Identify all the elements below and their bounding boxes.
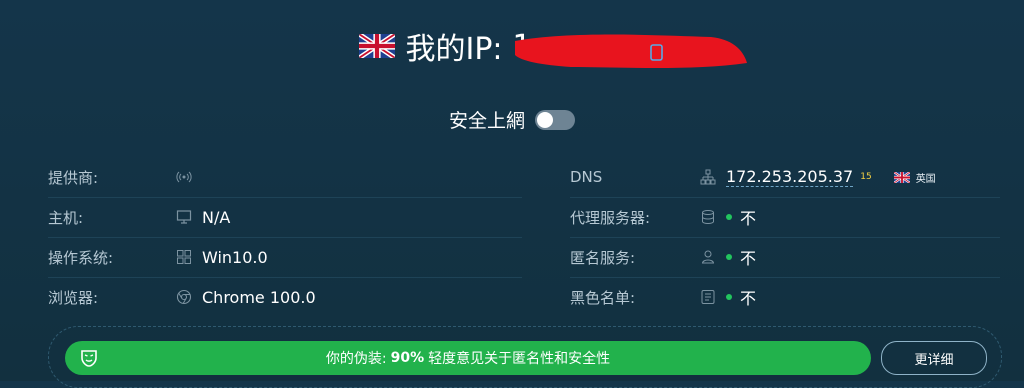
anonymous-value: 不 (726, 245, 756, 269)
disguise-bar: 你的伪装: 90% 轻度意见关于匿名性和安全性 (65, 341, 871, 375)
proxy-value: 不 (726, 205, 756, 229)
more-details-button[interactable]: 更详细 (881, 341, 987, 375)
row-provider: 提供商: (48, 157, 522, 198)
list-icon (701, 290, 715, 304)
dns-count: 15 (860, 172, 872, 182)
status-dot (726, 254, 732, 260)
proxy-label: 代理服务器: (570, 208, 651, 227)
row-anonymous: 匿名服务: 不 (570, 237, 1000, 278)
dns-label: DNS (570, 168, 603, 186)
row-host: 主机: N/A (48, 197, 522, 238)
safe-browsing-label: 安全上網 (448, 110, 525, 132)
database-icon (702, 210, 714, 224)
dns-value[interactable]: 172.253.205.37 15 英国 (726, 167, 936, 187)
disguise-prefix: 你的伪装: (325, 351, 387, 367)
anonymous-label: 匿名服务: (570, 248, 636, 267)
monitor-icon (176, 210, 192, 224)
status-dot (726, 294, 732, 300)
uk-flag-icon (893, 171, 910, 183)
row-dns: DNS 172.253.205.37 15 英国 (570, 157, 1000, 198)
network-icon (700, 169, 716, 185)
copy-icon[interactable] (649, 36, 665, 61)
row-browser: 浏览器: Chrome 100.0 (48, 277, 522, 317)
ip-header: 我的IP: 1 (0, 24, 1024, 68)
redaction-mark (514, 34, 747, 68)
os-label: 操作系统: (48, 248, 114, 267)
user-icon (701, 250, 715, 264)
windows-icon (177, 250, 191, 264)
ip-visible-prefix: 1 (512, 28, 533, 64)
dns-ip[interactable]: 172.253.205.37 (726, 167, 854, 187)
provider-label: 提供商: (48, 168, 99, 187)
host-value: N/A (202, 207, 231, 227)
disguise-percent: 90% (390, 350, 425, 366)
chrome-icon (176, 289, 192, 305)
anonymous-status: 不 (740, 249, 757, 268)
mask-icon (81, 350, 97, 367)
row-blacklist: 黑色名单: 不 (570, 277, 1000, 317)
blacklist-value: 不 (726, 285, 756, 309)
signal-icon (176, 171, 192, 183)
disguise-text: 轻度意见关于匿名性和安全性 (428, 351, 611, 367)
blacklist-status: 不 (740, 289, 757, 308)
proxy-status: 不 (740, 209, 757, 228)
safe-browsing-toggle[interactable] (535, 109, 575, 130)
uk-flag-icon (359, 34, 396, 58)
disguise-panel: 你的伪装: 90% 轻度意见关于匿名性和安全性 更详细 (48, 326, 1002, 388)
dns-country: 英国 (915, 173, 936, 185)
browser-label: 浏览器: (48, 288, 99, 307)
row-os: 操作系统: Win10.0 (48, 237, 522, 278)
blacklist-label: 黑色名单: (570, 288, 636, 307)
toggle-knob (537, 111, 553, 128)
safe-browsing-row: 安全上網 (0, 106, 1024, 133)
status-dot (726, 214, 732, 220)
host-label: 主机: (48, 208, 84, 227)
page-title: 我的IP: (405, 32, 503, 67)
browser-value: Chrome 100.0 (202, 287, 316, 307)
os-value: Win10.0 (202, 247, 268, 267)
row-proxy: 代理服务器: 不 (570, 197, 1000, 238)
